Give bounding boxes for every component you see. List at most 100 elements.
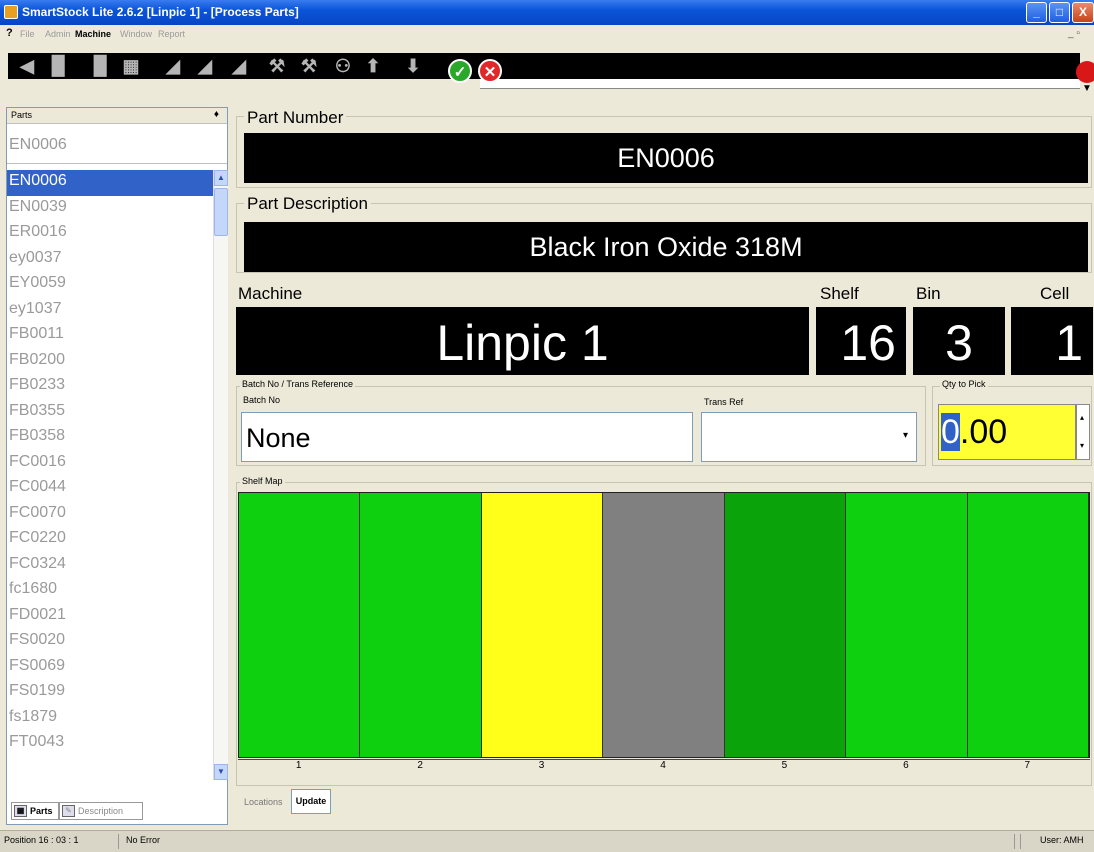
scroll-down-icon[interactable]: ▼ [214,764,228,780]
toolbar: ◀ ▉ ▉ ▦ ◢ ◢ ◢ ⚒ ⚒ ⚇ ⬆ ⬇ ✓ ✕ ▼ [0,43,1094,94]
bin-display: 3 [913,307,1005,375]
shelf-bin[interactable] [724,493,847,757]
shelf-bin[interactable] [481,493,604,757]
shelf-bin-number: 6 [903,760,909,771]
shelf-display: 16 [816,307,906,375]
bin-label: Bin [916,284,941,303]
cell-label: Cell [1040,284,1070,303]
panel-tabs: ▦ Parts ✎ Description [7,798,227,824]
part-list-item[interactable]: fc1680 [7,578,217,604]
pin-icon[interactable]: ♦ [214,109,219,120]
confirm-check-icon[interactable]: ✓ [448,59,472,83]
lock-icon[interactable]: ⚇ [330,53,356,79]
qty-selected-digit: 0 [941,413,960,451]
spin-down-icon[interactable]: ▾ [1080,441,1084,450]
shelf-bin[interactable] [846,493,968,757]
part-list-item[interactable]: ER0016 [7,221,217,247]
document-icon[interactable]: ▉ [88,53,114,79]
part-list-item[interactable]: FT0043 [7,731,217,757]
menu-report[interactable]: Report [158,29,185,39]
parts-panel-title: Parts [11,110,33,120]
scroll-up-icon[interactable]: ▲ [214,170,228,186]
put-icon[interactable]: ◢ [226,53,252,79]
title-bar: SmartStock Lite 2.6.2 [Linpic 1] - [Proc… [0,0,1094,25]
status-user: User: AMH [1040,835,1084,845]
menu-window[interactable]: Window [120,29,152,39]
tab-description-label: Description [78,806,124,816]
part-list-item[interactable]: EN0039 [7,196,217,222]
back-icon[interactable]: ◀ [14,53,40,79]
part-list-item[interactable]: fs1879 [7,706,217,732]
minimize-button[interactable]: _ [1026,2,1047,23]
parts-scrollbar[interactable]: ▲ ▼ [213,170,228,780]
part-list-item[interactable]: ey0037 [7,247,217,273]
save-icon[interactable]: ▉ [46,53,72,79]
menu-file[interactable]: File [20,29,35,39]
shelf-bin[interactable] [967,493,1089,757]
part-list-item[interactable]: FS0069 [7,655,217,681]
tools-alt-icon[interactable]: ⚒ [296,53,322,79]
shelf-bin[interactable] [239,493,361,757]
arrow-up-icon[interactable]: ⬆ [360,53,386,79]
trans-ref-select[interactable] [701,412,917,462]
part-list-item[interactable]: FC0044 [7,476,217,502]
batch-group-label: Batch No / Trans Reference [240,379,356,389]
status-error: No Error [126,835,161,845]
shelf-bin-number: 5 [781,760,788,771]
part-list-item[interactable]: FB0200 [7,349,217,375]
alert-icon[interactable] [1076,61,1094,83]
update-button[interactable]: Update [291,789,331,814]
part-list-item[interactable]: FC0324 [7,553,217,579]
menu-bar: ? File Admin Machine Window Report _ ▫ [0,25,1094,43]
part-list-item[interactable]: FB0355 [7,400,217,426]
dropdown-arrow-icon[interactable]: ▾ [903,430,908,441]
close-button[interactable]: X [1072,2,1094,23]
pick-multi-icon[interactable]: ◢ [192,53,218,79]
spin-up-icon[interactable]: ▴ [1080,413,1084,422]
locations-label: Locations [244,797,283,807]
maximize-button[interactable]: □ [1049,2,1070,23]
part-list-item[interactable]: FB0011 [7,323,217,349]
scroll-thumb[interactable] [214,188,228,236]
part-list-item[interactable]: FS0020 [7,629,217,655]
part-list-item[interactable]: EN0006 [7,170,217,196]
qty-input[interactable]: 0.00 [938,404,1076,460]
tab-parts[interactable]: ▦ Parts [11,802,59,820]
grid-icon[interactable]: ▦ [118,53,144,79]
shelf-bin[interactable] [360,493,482,757]
batch-no-input[interactable]: None [241,412,693,462]
part-list-item[interactable]: EY0059 [7,272,217,298]
part-list-item[interactable]: FD0021 [7,604,217,630]
tab-description[interactable]: ✎ Description [59,802,143,820]
qty-decimals: .00 [959,413,1008,451]
part-list-item[interactable]: FC0220 [7,527,217,553]
app-window: SmartStock Lite 2.6.2 [Linpic 1] - [Proc… [0,0,1094,852]
menu-admin[interactable]: Admin [45,29,71,39]
mdi-controls[interactable]: _ ▫ [1068,28,1080,39]
part-list-item[interactable]: FS0199 [7,680,217,706]
qty-spinner[interactable]: ▴ ▾ [1076,404,1090,460]
window-title: SmartStock Lite 2.6.2 [Linpic 1] - [Proc… [22,5,299,19]
arrow-down-icon[interactable]: ⬇ [400,53,426,79]
tab-parts-label: Parts [30,806,53,816]
part-list-item[interactable]: FC0070 [7,502,217,528]
part-list-item[interactable]: ey1037 [7,298,217,324]
menu-machine[interactable]: Machine [75,29,111,39]
part-list-item[interactable]: FC0016 [7,451,217,477]
menu-help[interactable]: ? [6,27,13,39]
part-list-item[interactable]: FB0233 [7,374,217,400]
tools-icon[interactable]: ⚒ [264,53,290,79]
parts-list: EN0006 EN0039 ER0016 ey0037 EY0059 ey1037 FB00… [7,170,217,782]
shelf-bin[interactable] [603,493,725,757]
part-description-label: Part Description [244,194,371,214]
parts-search-input[interactable]: EN0006 [7,126,227,164]
cell-display: 1 [1011,307,1093,375]
shelf-map [238,492,1090,758]
cancel-x-icon[interactable]: ✕ [478,59,502,83]
parts-panel: Parts ♦ EN0006 EN0006 EN0039 ER0016 ey0037 E… [6,107,228,825]
shelf-bin-number: 4 [660,760,666,771]
part-list-item[interactable]: FB0358 [7,425,217,451]
description-tab-icon: ✎ [62,805,75,817]
qty-label: Qty to Pick [940,379,988,389]
pick-icon[interactable]: ◢ [160,53,186,79]
